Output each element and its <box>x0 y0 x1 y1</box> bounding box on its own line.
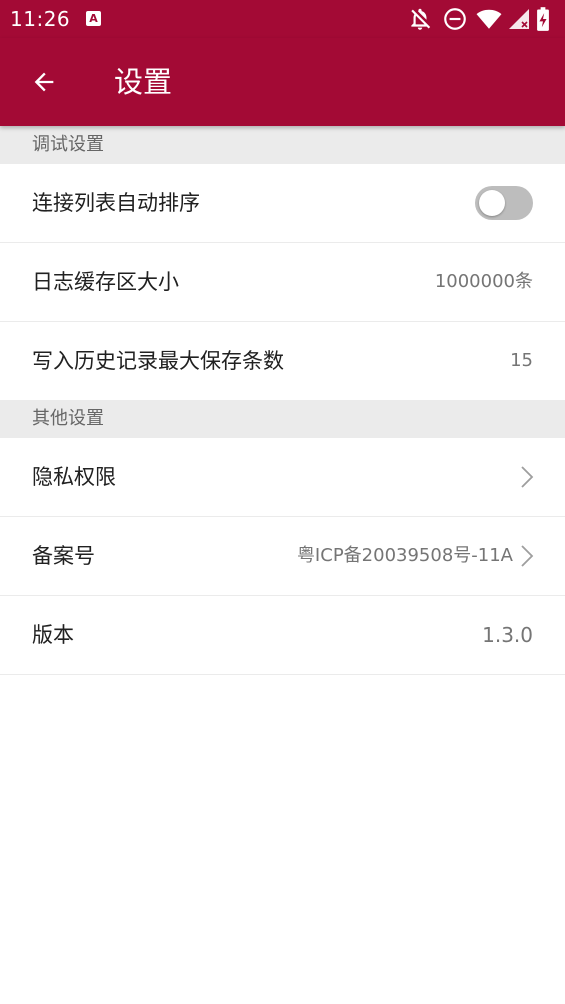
setting-label: 备案号 <box>32 544 95 568</box>
section-header-debug: 调试设置 <box>0 126 565 164</box>
toggle-thumb <box>479 190 505 216</box>
setting-label: 隐私权限 <box>32 465 116 489</box>
notification-app-icon: A <box>86 11 101 26</box>
chevron-right-icon <box>521 545 534 567</box>
setting-row-history-max[interactable]: 写入历史记录最大保存条数 15 <box>0 322 565 400</box>
battery-charging-icon <box>537 7 549 31</box>
setting-label: 写入历史记录最大保存条数 <box>32 349 284 373</box>
setting-row-version[interactable]: 版本 1.3.0 <box>0 596 565 675</box>
do-not-disturb-icon <box>444 8 466 30</box>
setting-label: 版本 <box>32 623 74 647</box>
setting-value: 1.3.0 <box>482 623 533 647</box>
setting-row-auto-sort[interactable]: 连接列表自动排序 <box>0 164 565 243</box>
status-icons <box>407 6 557 32</box>
setting-value: 1000000条 <box>434 271 533 292</box>
status-time: 11:26 <box>10 7 71 31</box>
wifi-icon <box>476 9 502 29</box>
setting-label: 日志缓存区大小 <box>32 270 179 294</box>
setting-value: 粤ICP备20039508号-11A <box>296 545 513 566</box>
setting-label: 连接列表自动排序 <box>32 191 200 215</box>
setting-row-privacy[interactable]: 隐私权限 <box>0 438 565 517</box>
toolbar: 设置 <box>0 38 565 126</box>
arrow-left-icon <box>34 72 54 92</box>
status-bar: 11:26 A <box>0 0 565 38</box>
section-header-other: 其他设置 <box>0 400 565 438</box>
setting-row-icp[interactable]: 备案号 粤ICP备20039508号-11A <box>0 517 565 596</box>
page-title: 设置 <box>114 65 173 99</box>
chevron-right-icon <box>521 466 534 488</box>
setting-row-log-buffer[interactable]: 日志缓存区大小 1000000条 <box>0 243 565 322</box>
back-button[interactable] <box>22 60 66 104</box>
cell-signal-no-data-icon <box>509 9 529 29</box>
settings-list: 调试设置 连接列表自动排序 日志缓存区大小 1000000条 写入历史记录最大保… <box>0 126 565 675</box>
notifications-off-icon <box>411 8 431 30</box>
auto-sort-toggle[interactable] <box>475 186 533 220</box>
setting-value: 15 <box>510 350 533 371</box>
